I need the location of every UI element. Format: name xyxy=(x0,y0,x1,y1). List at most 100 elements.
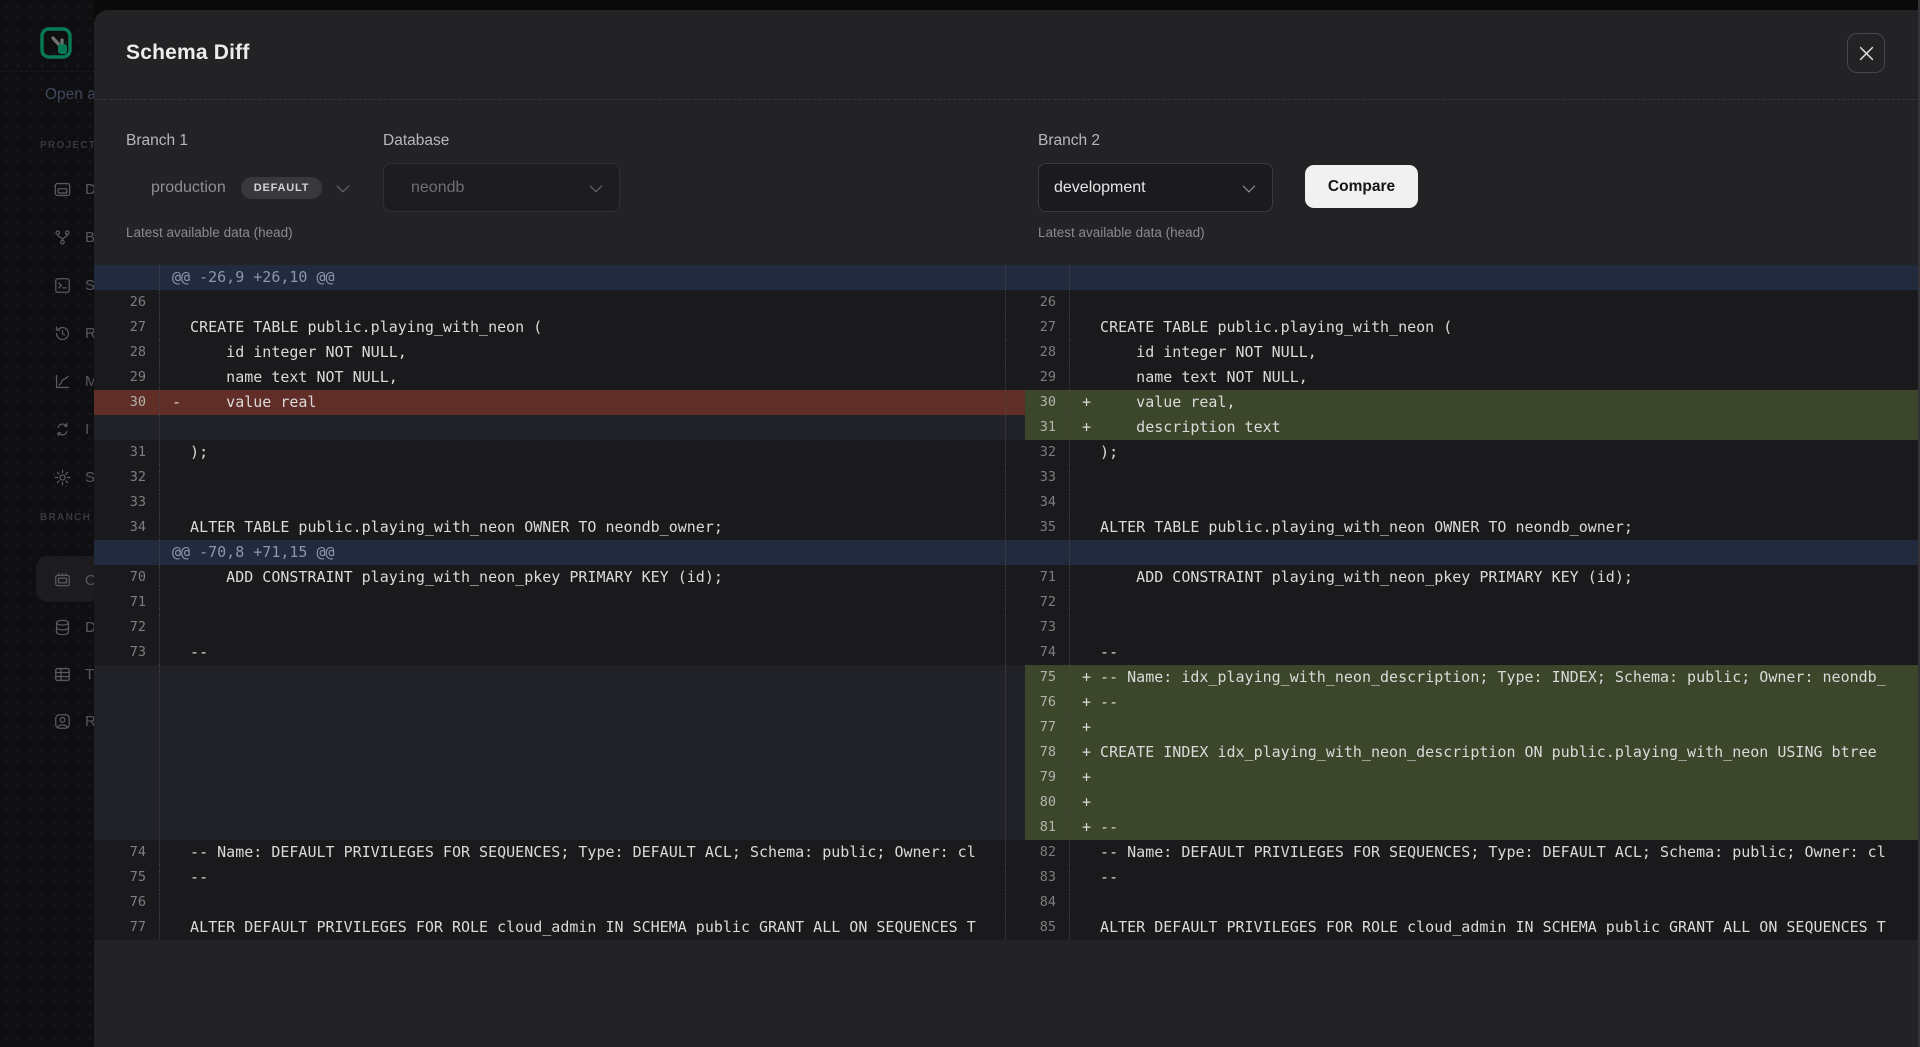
line-number: 77 xyxy=(1025,715,1069,740)
diff-line: 33 xyxy=(1025,465,1920,490)
diff-line-added: 30+ value real, xyxy=(1025,390,1920,415)
line-number: 72 xyxy=(1025,590,1069,615)
diff-line: 28 id integer NOT NULL, xyxy=(1025,340,1920,365)
line-content: ADD CONSTRAINT playing_with_neon_pkey PR… xyxy=(159,565,1005,590)
diff-pane-left[interactable]: @@ -26,9 +26,10 @@2627 CREATE TABLE publ… xyxy=(94,265,1025,940)
diff-gap xyxy=(94,415,1025,440)
line-content: -- xyxy=(1069,640,1920,665)
sidebar-item-monitoring[interactable]: M xyxy=(53,369,94,393)
line-content: id integer NOT NULL, xyxy=(159,340,1005,365)
diff-line: 82 -- Name: DEFAULT PRIVILEGES FOR SEQUE… xyxy=(1025,840,1920,865)
line-content: + -- xyxy=(1069,690,1920,715)
line-number: 71 xyxy=(1025,565,1069,590)
sidebar-item-roles[interactable]: R xyxy=(53,709,94,733)
line-content xyxy=(1069,490,1920,515)
line-content: ALTER TABLE public.playing_with_neon OWN… xyxy=(159,515,1005,540)
diff-line: 32 ); xyxy=(1025,440,1920,465)
line-content: ADD CONSTRAINT playing_with_neon_pkey PR… xyxy=(1069,565,1920,590)
diff-line: 73 xyxy=(1025,615,1920,640)
line-content xyxy=(1069,615,1920,640)
chevron-down-icon xyxy=(590,180,603,193)
branch2-select[interactable]: development xyxy=(1038,163,1273,212)
line-content xyxy=(1069,890,1920,915)
line-content: + xyxy=(1069,765,1920,790)
open-admin-button[interactable]: Open ad xyxy=(45,86,94,104)
line-number: 74 xyxy=(94,840,159,865)
diff-hunk-header xyxy=(1025,265,1920,290)
line-content: CREATE TABLE public.playing_with_neon ( xyxy=(159,315,1005,340)
line-number: 70 xyxy=(94,565,159,590)
diff-line: 34 ALTER TABLE public.playing_with_neon … xyxy=(94,515,1025,540)
pane-scroll-gutter xyxy=(1005,890,1025,915)
pane-scroll-gutter xyxy=(1005,265,1025,290)
database-label: Database xyxy=(383,132,449,150)
line-content: + -- xyxy=(1069,815,1920,840)
diff-line: 74 -- Name: DEFAULT PRIVILEGES FOR SEQUE… xyxy=(94,840,1025,865)
sidebar-item-integrations[interactable]: I xyxy=(53,417,89,441)
diff-pane-right[interactable]: 2627 CREATE TABLE public.playing_with_ne… xyxy=(1025,265,1920,940)
line-number: 34 xyxy=(94,515,159,540)
line-number: 74 xyxy=(1025,640,1069,665)
neon-logo[interactable] xyxy=(40,27,72,59)
diff-line-added: 79+ xyxy=(1025,765,1920,790)
line-number: 30 xyxy=(1025,390,1069,415)
diff-line: 75 -- xyxy=(94,865,1025,890)
diff-line: 71 ADD CONSTRAINT playing_with_neon_pkey… xyxy=(1025,565,1920,590)
diff-line: 26 xyxy=(94,290,1025,315)
line-content xyxy=(159,615,1005,640)
sidebar-item-settings[interactable]: S xyxy=(53,465,94,489)
line-number: 26 xyxy=(94,290,159,315)
line-content: + -- Name: idx_playing_with_neon_descrip… xyxy=(1069,665,1920,690)
sidebar-item-overview[interactable]: O xyxy=(53,568,94,592)
branch1-select[interactable]: production DEFAULT xyxy=(126,163,346,212)
schema-diff-view: @@ -26,9 +26,10 @@2627 CREATE TABLE publ… xyxy=(94,265,1920,940)
line-number: 32 xyxy=(1025,440,1069,465)
line-number: 27 xyxy=(1025,315,1069,340)
chevron-down-icon xyxy=(337,180,350,193)
pane-scroll-gutter xyxy=(1005,665,1025,840)
diff-line-removed: 30- value real xyxy=(94,390,1025,415)
line-number xyxy=(94,540,159,565)
pane-scroll-gutter xyxy=(1005,565,1025,590)
line-number: 35 xyxy=(1025,515,1069,540)
sidebar-item-databases[interactable]: D xyxy=(53,615,94,639)
line-content: @@ -26,9 +26,10 @@ xyxy=(159,265,1005,290)
line-content: + description text xyxy=(1069,415,1920,440)
line-number: 30 xyxy=(94,390,159,415)
diff-line: 27 CREATE TABLE public.playing_with_neon… xyxy=(1025,315,1920,340)
branch1-head-note: Latest available data (head) xyxy=(126,225,293,240)
sidebar-item-tables[interactable]: T xyxy=(53,662,94,686)
diff-line: 70 ADD CONSTRAINT playing_with_neon_pkey… xyxy=(94,565,1025,590)
compare-button[interactable]: Compare xyxy=(1305,165,1418,208)
line-number: 34 xyxy=(1025,490,1069,515)
diff-line-added: 77+ xyxy=(1025,715,1920,740)
roles-icon xyxy=(53,712,72,731)
restore-icon xyxy=(53,324,72,343)
diff-gap xyxy=(94,665,1025,840)
integrations-icon xyxy=(53,420,72,439)
line-content xyxy=(159,415,1005,440)
line-content xyxy=(159,465,1005,490)
branch1-value: production xyxy=(151,179,226,197)
line-number: 75 xyxy=(1025,665,1069,690)
schema-diff-modal: Schema Diff Branch 1 Database Branch 2 p… xyxy=(94,10,1920,1047)
sidebar-item-dashboard[interactable]: D xyxy=(53,177,94,201)
sidebar-item-restore[interactable]: R xyxy=(53,321,94,345)
sidebar-section-branch: BRANCH xyxy=(40,512,91,523)
diff-line: 27 CREATE TABLE public.playing_with_neon… xyxy=(94,315,1025,340)
line-content: id integer NOT NULL, xyxy=(1069,340,1920,365)
line-content xyxy=(1069,540,1920,565)
default-badge: DEFAULT xyxy=(241,177,323,199)
sidebar-item-label: D xyxy=(85,181,94,198)
line-number: 28 xyxy=(94,340,159,365)
line-number: 29 xyxy=(94,365,159,390)
pane-scroll-gutter xyxy=(1005,865,1025,890)
database-select[interactable]: neondb xyxy=(383,163,620,212)
sidebar-item-branches[interactable]: B xyxy=(53,225,94,249)
line-number: 28 xyxy=(1025,340,1069,365)
diff-line-added: 78+ CREATE INDEX idx_playing_with_neon_d… xyxy=(1025,740,1920,765)
close-button[interactable] xyxy=(1847,33,1885,73)
line-content: ); xyxy=(1069,440,1920,465)
diff-line: 32 xyxy=(94,465,1025,490)
sidebar-item-sql-editor[interactable]: S xyxy=(53,273,94,297)
